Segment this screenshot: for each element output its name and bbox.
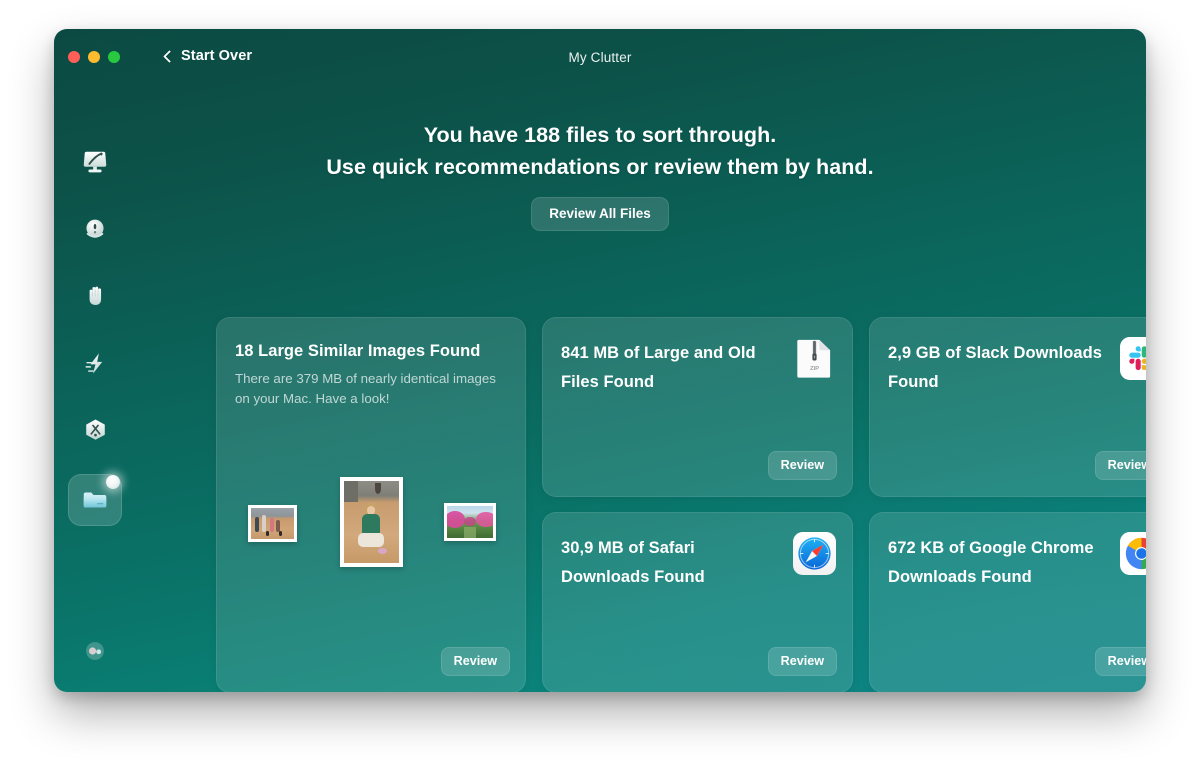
slack-icon	[1120, 337, 1146, 380]
sidebar-item-privacy[interactable]	[68, 206, 122, 252]
headline-block: You have 188 files to sort through. Use …	[54, 119, 1146, 231]
card-title: 2,9 GB of Slack Downloads Found	[888, 344, 1102, 391]
card-title: 841 MB of Large and Old Files Found	[561, 344, 756, 391]
card-title: 672 KB of Google Chrome Downloads Found	[888, 539, 1094, 586]
applications-hex-icon	[85, 419, 105, 440]
sidebar	[54, 87, 136, 692]
title-bar: Start Over My Clutter	[54, 29, 1146, 87]
notification-badge-icon	[106, 475, 120, 489]
review-button[interactable]: Review	[767, 451, 837, 480]
my-clutter-folder-icon	[83, 492, 107, 508]
review-button[interactable]: Review	[440, 647, 510, 676]
card-subtitle: There are 379 MB of nearly identical ima…	[235, 371, 496, 406]
smart-scan-icon	[83, 151, 107, 173]
performance-bolt-icon	[85, 352, 102, 374]
headline-line-1: You have 188 files to sort through.	[423, 123, 777, 147]
card-large-similar-images[interactable]: 18 Large Similar Images Found There are …	[216, 317, 526, 692]
app-window: Start Over My Clutter You have 188 files…	[54, 29, 1146, 692]
headline-line-2: Use quick recommendations or review them…	[326, 155, 874, 179]
account-avatar-icon	[86, 642, 104, 660]
review-button[interactable]: Review	[1094, 647, 1146, 676]
review-button[interactable]: Review	[1094, 451, 1146, 480]
zip-file-icon: ZIP	[793, 337, 836, 380]
card-chrome-downloads[interactable]: 672 KB of Google Chrome Downloads Found	[869, 512, 1146, 692]
photo-thumbnail-strip	[216, 477, 526, 587]
card-safari-downloads[interactable]: 30,9 MB of Safari Downloads Found Review	[542, 512, 853, 692]
svg-text:ZIP: ZIP	[810, 366, 819, 372]
sidebar-items	[54, 139, 136, 526]
photo-thumbnail-people-dogs[interactable]	[248, 505, 297, 542]
safari-icon	[793, 532, 836, 575]
sidebar-item-account[interactable]	[68, 628, 122, 674]
photo-thumbnail-pink-garden[interactable]	[444, 503, 496, 541]
sidebar-item-smart-scan[interactable]	[68, 139, 122, 185]
desktop-background: Start Over My Clutter You have 188 files…	[0, 0, 1200, 760]
review-all-files-button[interactable]: Review All Files	[531, 197, 669, 231]
chrome-icon	[1120, 532, 1146, 575]
window-title: My Clutter	[568, 50, 632, 65]
privacy-sphere-icon	[86, 219, 104, 238]
card-title: 18 Large Similar Images Found	[235, 342, 481, 360]
photo-thumbnail-person-green[interactable]	[340, 477, 403, 567]
sidebar-item-protection[interactable]	[68, 273, 122, 319]
review-button[interactable]: Review	[767, 647, 837, 676]
sidebar-item-applications[interactable]	[68, 407, 122, 453]
card-title: 30,9 MB of Safari Downloads Found	[561, 539, 705, 586]
sidebar-item-my-clutter[interactable]	[68, 474, 122, 526]
card-slack-downloads[interactable]: 2,9 GB of Slack Downloads Found Revie	[869, 317, 1146, 497]
sidebar-bottom	[54, 628, 136, 674]
sidebar-item-performance[interactable]	[68, 340, 122, 386]
protection-hand-icon	[89, 286, 101, 305]
card-large-and-old-files[interactable]: 841 MB of Large and Old Files Found ZIP …	[542, 317, 853, 497]
clutter-card-grid: 18 Large Similar Images Found There are …	[216, 317, 1146, 692]
